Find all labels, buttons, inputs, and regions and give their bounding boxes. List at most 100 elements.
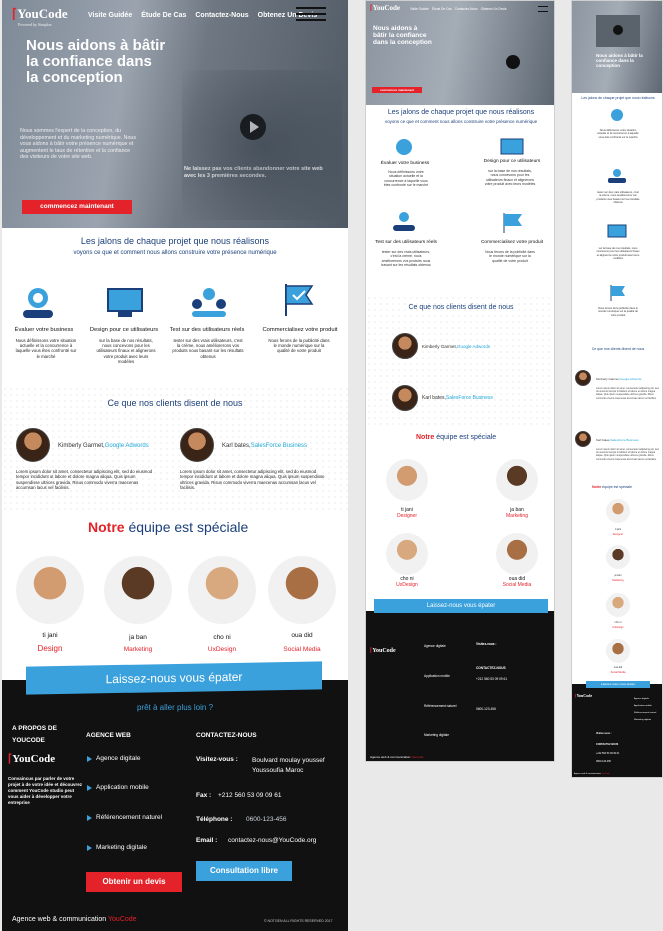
fax-label: Fax :: [196, 792, 212, 799]
tablet-service-4[interactable]: Marketing digitale: [424, 733, 449, 737]
mobile-footer-bottom: Agence web & communication YouCode: [574, 773, 610, 775]
tablet-logo[interactable]: ⌈YouCode: [370, 4, 400, 12]
team-title: Notre équipe est spéciale: [88, 519, 249, 535]
mobile-service-4[interactable]: Marketing digitale: [634, 719, 651, 721]
tablet-visit-label: Visitez-vous :: [476, 642, 497, 646]
mobile-team-1-name: ti jani: [614, 528, 622, 531]
testimonials-title: Ce que nos clients disent de nous: [107, 398, 243, 408]
tablet-nav-case[interactable]: Étude De Cas: [432, 7, 452, 11]
mobile-design-icon: [607, 224, 627, 238]
mobile-contact-title: CONTACTEZ-NOUS: [596, 743, 619, 746]
phone-label: Téléphone :: [196, 816, 233, 823]
team-photo-3: [188, 556, 256, 624]
mobile-testimonials-title: Ce que nos clients disent de nous: [591, 347, 645, 351]
team-1-name: ti jani: [42, 632, 58, 639]
nav-contact[interactable]: Contactez-Nous: [195, 12, 248, 19]
mobile-team-photo-4: [606, 639, 630, 663]
mobile-step-3: tester sur des vrais utilisateurs, c'est…: [596, 191, 640, 204]
desktop-page: ⌈YouCode Powered by Simplon Visite Guidé…: [2, 0, 348, 931]
mobile-phone[interactable]: 0600-123-456: [596, 760, 611, 763]
nav-case-study[interactable]: Étude De Cas: [141, 12, 186, 19]
tablet-step-2: Design pour ce utilisateurs: [483, 159, 541, 164]
mobile-team-photo-2: [606, 545, 630, 569]
tablet-step-3-text: tester sur des vrais utilisateurs, c'est…: [381, 250, 431, 268]
cta-banner: Laissez-nous vous épater: [26, 661, 322, 695]
tablet-fax: +212 560 53 09 09 61: [476, 677, 508, 681]
tablet-footer: [366, 611, 554, 761]
tablet-play-icon[interactable]: [506, 55, 520, 69]
about-title: A PROPOS DE YOUCODE: [12, 725, 57, 744]
mobile-service-3[interactable]: Référencement naturel: [634, 712, 656, 714]
team-photo-4: [268, 556, 336, 624]
team-photo-2: [104, 556, 172, 624]
tablet-nav-contact[interactable]: Contactez-Nous: [455, 7, 478, 11]
tablet-start-button[interactable]: commencez maintenant: [372, 87, 422, 93]
step-1-text: Nous définissons votre situation actuell…: [15, 338, 77, 359]
email-value[interactable]: contactez-nous@YouCode.org: [228, 837, 316, 844]
mobile-team-1-role: Designer: [612, 533, 624, 536]
mobile-team-3-name: cho ni: [614, 621, 622, 624]
tablet-step-2-text: sur la base de nos résultats, nous conce…: [484, 169, 536, 187]
tablet-team-photo-3: [386, 533, 428, 575]
play-icon[interactable]: [240, 114, 266, 140]
client-avatar-2: [180, 428, 214, 462]
mobile-play-icon[interactable]: [613, 25, 623, 35]
about-text: Convaincus par parler de votre projet à …: [8, 776, 83, 805]
email-label: Email :: [196, 837, 218, 844]
tablet-client-avatar-1: [392, 333, 418, 359]
tablet-cta-banner: Laissez-nous vous épater: [374, 599, 548, 613]
steps-title: Les jalons de chaque projet que nous réa…: [80, 236, 270, 246]
fax-value: +212 560 53 09 09 61: [218, 792, 282, 799]
tablet-nav-tour[interactable]: Visite Guidée: [410, 7, 429, 11]
consult-button[interactable]: Consultation libre: [196, 861, 292, 881]
client-1-name: Kimberly Garmet,Google Adwords: [58, 443, 149, 449]
bullet-icon: [87, 756, 92, 762]
phone-value[interactable]: 0600-123-456: [246, 816, 286, 823]
menu-icon[interactable]: [296, 7, 326, 21]
mobile-hero-title: Nous aidons à bâtir la confiance dans la…: [596, 53, 643, 68]
service-3[interactable]: Référencement naturel: [96, 814, 162, 821]
tablet-contact-title: CONTACTEZ-NOUS: [476, 666, 506, 670]
banner-subtitle: prêt à aller plus loin ?: [136, 703, 214, 712]
step-2-title: Design pour ce utilisateurs: [89, 327, 159, 333]
tablet-menu-icon[interactable]: [538, 6, 548, 12]
visit-label: Visitez-vous :: [196, 756, 238, 763]
tablet-service-1[interactable]: Agence digitale: [424, 644, 446, 648]
mobile-service-2[interactable]: Application mobile: [634, 705, 652, 707]
mobile-client-1: Kimberly Garmet,Google Adwords: [596, 377, 642, 381]
mockup-canvas: ⌈YouCode Powered by Simplon Visite Guidé…: [0, 0, 663, 931]
tablet-service-3[interactable]: Référencement naturel: [424, 704, 456, 708]
mobile-footer-logo: ⌈YouCode: [575, 693, 593, 698]
tablet-service-2[interactable]: Application mobile: [424, 674, 450, 678]
mobile-service-1[interactable]: Agence digitale: [634, 698, 649, 700]
service-1[interactable]: Agence digitale: [96, 755, 140, 762]
nav-tour[interactable]: Visite Guidée: [88, 12, 132, 19]
tablet-client-avatar-2: [392, 385, 418, 411]
tablet-nav-quote[interactable]: Obtenez Un Devis: [481, 7, 507, 11]
team-3-role: UxDesign: [207, 646, 237, 653]
evaluate-icon: [23, 288, 53, 318]
team-photo-1: [16, 556, 84, 624]
team-3-name: cho ni: [213, 634, 231, 641]
service-4[interactable]: Marketing digitale: [96, 844, 147, 851]
mobile-client-avatar-1: [575, 370, 591, 386]
tablet-evaluate-icon: [396, 139, 412, 155]
start-now-button[interactable]: commencez maintenant: [22, 200, 132, 214]
mobile-team-2-name: ja ban: [614, 574, 622, 577]
tablet-step-4: Commercialisez votre produit: [480, 240, 544, 245]
tablet-step-4-text: Nous ferons de la publicité dans le mond…: [485, 250, 535, 263]
test-users-icon: [192, 288, 226, 317]
tablet-hero-title: Nous aidons à bâtir la confiance dans la…: [373, 25, 432, 46]
step-3-text: tester sur des vrais utilisateurs, c'est…: [172, 338, 244, 359]
video-note: Ne laissez pas vos clients abandonner vo…: [184, 166, 323, 179]
mobile-test-icon: [608, 169, 626, 183]
client-avatar-1: [16, 428, 50, 462]
tablet-phone[interactable]: 0600-123-456: [476, 707, 496, 711]
logo[interactable]: ⌈YouCode Powered by Simplon: [12, 6, 68, 27]
mobile-hero: Nous aidons à bâtir la confiance dans la…: [572, 1, 662, 93]
service-2[interactable]: Application mobile: [96, 784, 149, 791]
flag-icon: [285, 284, 314, 316]
quote-button[interactable]: Obtenir un devis: [86, 872, 182, 892]
hero-section: ⌈YouCode Powered by Simplon Visite Guidé…: [2, 0, 348, 228]
step-2-text: sur la base de nos résultats, nous conce…: [96, 338, 156, 364]
